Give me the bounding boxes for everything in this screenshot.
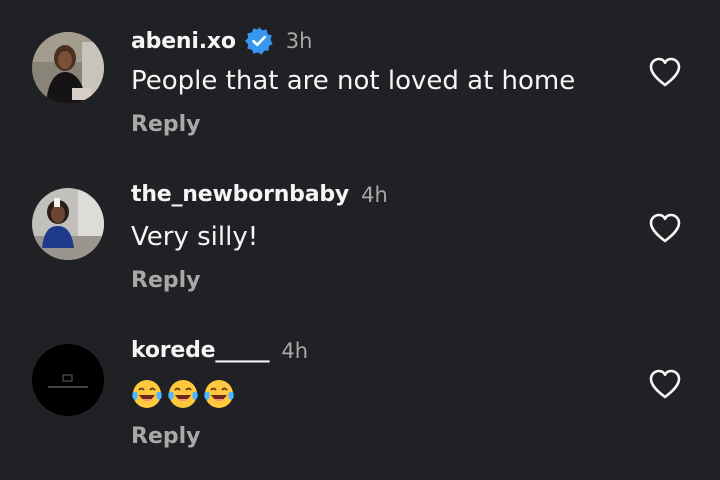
comment-text: 😂😂😂 bbox=[131, 378, 235, 410]
face-with-tears-of-joy-icon bbox=[131, 378, 163, 410]
avatar[interactable] bbox=[32, 32, 104, 104]
username[interactable]: korede_____ bbox=[131, 338, 270, 363]
timestamp: 4h bbox=[361, 182, 388, 207]
username[interactable]: abeni.xo bbox=[131, 29, 236, 54]
heart-icon[interactable] bbox=[648, 56, 682, 88]
comment-header: abeni.xo 3h bbox=[131, 26, 312, 56]
heart-icon[interactable] bbox=[648, 368, 682, 400]
avatar[interactable] bbox=[32, 188, 104, 260]
heart-icon[interactable] bbox=[648, 212, 682, 244]
comment-text: People that are not loved at home bbox=[131, 66, 576, 96]
username[interactable]: the_newbornbaby bbox=[131, 182, 349, 207]
reply-button[interactable]: Reply bbox=[131, 268, 201, 293]
comment-text: Very silly! bbox=[131, 222, 259, 252]
comment-item: korede_____ 4h Reply bbox=[0, 312, 720, 468]
comment-header: korede_____ 4h bbox=[131, 338, 308, 363]
face-with-tears-of-joy-icon bbox=[167, 378, 199, 410]
verified-badge-icon bbox=[244, 26, 274, 56]
timestamp: 4h bbox=[281, 338, 309, 363]
comment-item: abeni.xo 3h People that are not loved at… bbox=[0, 0, 720, 156]
reply-button[interactable]: Reply bbox=[131, 424, 201, 449]
face-with-tears-of-joy-icon bbox=[203, 378, 235, 410]
timestamp: 3h bbox=[285, 29, 313, 53]
comment-item: the_newbornbaby 4h Very silly! Reply bbox=[0, 156, 720, 312]
avatar[interactable] bbox=[32, 344, 104, 416]
comment-header: the_newbornbaby 4h bbox=[131, 182, 388, 207]
reply-button[interactable]: Reply bbox=[131, 112, 201, 137]
